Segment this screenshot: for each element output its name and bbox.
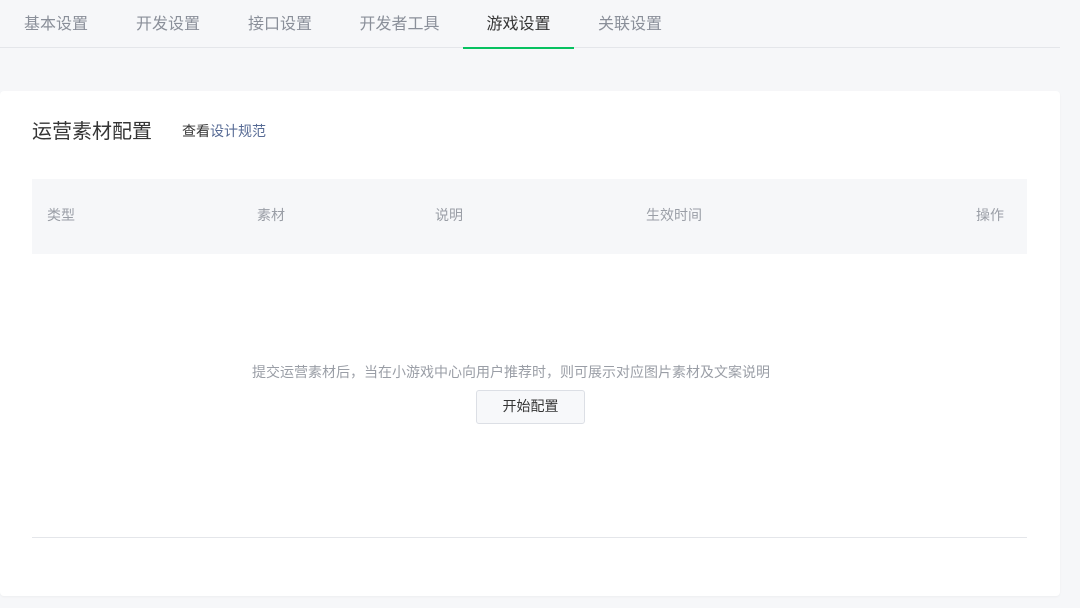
tab-api-settings[interactable]: 接口设置 [224,0,336,48]
start-config-button[interactable]: 开始配置 [476,390,585,424]
design-spec-link[interactable]: 设计规范 [210,124,266,140]
section-title: 运营素材配置 [32,119,152,143]
column-header-type: 类型 [47,208,75,224]
tab-basic-settings[interactable]: 基本设置 [0,0,112,48]
settings-tab-bar: 基本设置 开发设置 接口设置 开发者工具 游戏设置 关联设置 [0,0,1060,49]
column-header-actions: 操作 [976,208,1004,224]
design-spec-link-group: 查看设计规范 [182,122,266,142]
tab-link-settings[interactable]: 关联设置 [574,0,686,48]
tab-dev-tools[interactable]: 开发者工具 [336,0,463,48]
spec-prefix-text: 查看 [182,124,210,140]
column-header-description: 说明 [435,208,463,224]
column-header-material: 素材 [257,208,285,224]
material-config-card: 运营素材配置 查看设计规范 类型 素材 说明 生效时间 操作 提交运营素材后，当… [0,91,1060,596]
column-header-effective-time: 生效时间 [646,208,702,224]
active-tab-indicator [463,47,574,49]
table-header: 类型 素材 说明 生效时间 操作 [32,179,1027,254]
tab-game-settings[interactable]: 游戏设置 [463,0,574,49]
empty-state-message: 提交运营素材后，当在小游戏中心向用户推荐时，则可展示对应图片素材及文案说明 [252,365,770,381]
table-bottom-divider [32,537,1027,538]
tab-dev-settings[interactable]: 开发设置 [112,0,224,48]
tab-game-settings-label: 游戏设置 [486,14,551,33]
